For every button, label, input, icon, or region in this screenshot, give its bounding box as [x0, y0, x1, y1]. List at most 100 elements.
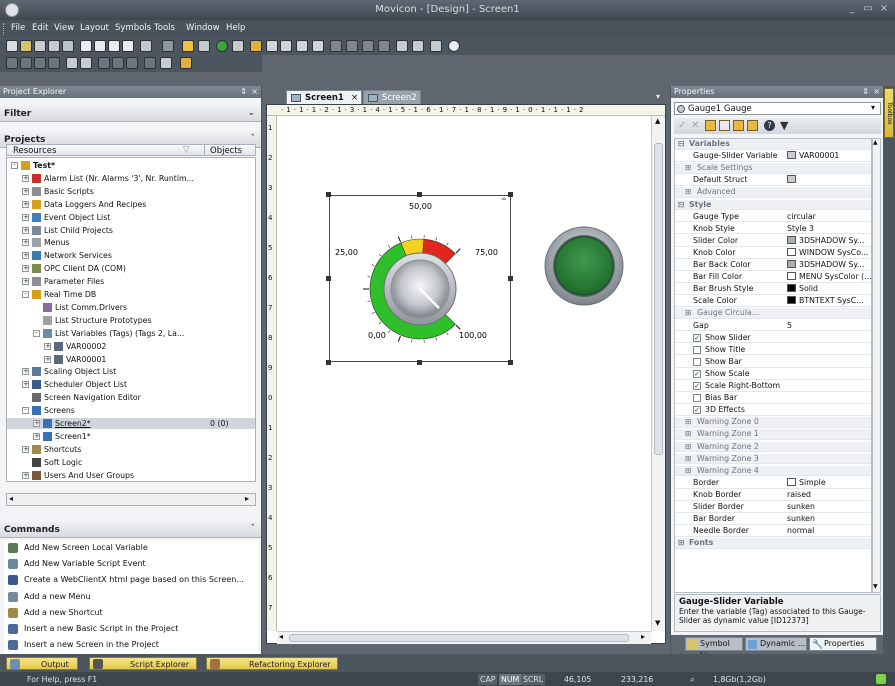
property-value-cell[interactable]: Style 3 — [787, 224, 871, 235]
debug-icon[interactable] — [266, 40, 278, 52]
property-value-cell[interactable]: raised — [787, 490, 871, 501]
expand-icon[interactable]: ⊞ — [685, 454, 692, 465]
expand-icon[interactable]: + — [44, 342, 51, 350]
scroll-up-icon[interactable]: ▲ — [873, 139, 878, 146]
tab-refactoring-explorer[interactable]: Refactoring Explorer — [206, 657, 338, 670]
categorized-icon[interactable] — [705, 120, 716, 131]
property-row[interactable]: Show Bar — [675, 357, 871, 368]
zoom-icon[interactable] — [412, 40, 424, 52]
tree-item[interactable]: + OPC Client DA (COM) — [7, 263, 255, 274]
property-row[interactable]: ✓ Scale Right-Bottom — [675, 381, 871, 392]
object-selector[interactable]: Gauge1 Gauge ▾ — [674, 102, 881, 115]
run-icon[interactable] — [216, 40, 228, 52]
pointer-icon[interactable] — [396, 40, 408, 52]
expand-icon[interactable]: + — [22, 445, 29, 453]
group-icon[interactable] — [346, 40, 358, 52]
tree-item[interactable]: + Screen1* — [7, 431, 255, 442]
tab-output[interactable]: Output — [6, 657, 78, 670]
collapse-icon[interactable]: - — [22, 407, 29, 415]
collapse-icon[interactable]: ⊟ — [678, 200, 685, 211]
property-row[interactable]: ⊞ Advanced — [675, 187, 871, 199]
tree-item[interactable]: + Users And User Groups — [7, 470, 255, 481]
expand-icon[interactable]: + — [22, 226, 29, 234]
print-preview-icon[interactable] — [430, 40, 442, 52]
tab-script-explorer[interactable]: Script Explorer — [89, 657, 197, 670]
open-icon[interactable] — [20, 40, 32, 52]
filter-section[interactable]: Filter ⌄ — [0, 106, 261, 122]
property-row[interactable]: ⊞ Warning Zone 1 — [675, 429, 871, 441]
tags-icon[interactable] — [296, 40, 308, 52]
menu-symbols[interactable]: Symbols — [115, 23, 151, 33]
property-value-cell[interactable]: sunken — [787, 502, 871, 513]
new-icon[interactable] — [6, 40, 18, 52]
tree-item[interactable]: + Menus — [7, 237, 255, 248]
command-item[interactable]: Insert a new Basic Script in the Project — [4, 621, 257, 637]
tree-item[interactable]: + VAR00001 — [7, 354, 255, 365]
property-row[interactable]: Knob Style Style 3 — [675, 224, 871, 235]
grid-icon[interactable] — [126, 57, 138, 69]
property-checkbox[interactable] — [693, 357, 701, 366]
filter-icon[interactable]: ▽ — [183, 145, 190, 155]
expand-icon[interactable]: ⊞ — [685, 466, 692, 477]
tree-item[interactable]: + Shortcuts — [7, 444, 255, 455]
expand-icon[interactable]: + — [22, 200, 29, 208]
circular-gauge[interactable]: 0,00 25,00 50,00 75,00 100,00 — [329, 195, 511, 362]
apply-icon[interactable]: ✓ — [678, 120, 686, 131]
property-row[interactable]: Bar Border sunken — [675, 514, 871, 525]
watch-icon[interactable] — [280, 40, 292, 52]
expand-icon[interactable]: + — [22, 239, 29, 247]
scroll-left-icon[interactable]: ◂ — [279, 632, 283, 641]
tab-properties[interactable]: 🔧 Properties — [809, 637, 877, 651]
property-row[interactable]: ⊞ Scale Settings — [675, 163, 871, 174]
space-down-icon[interactable] — [112, 57, 124, 69]
tree-item[interactable]: + Event Object List — [7, 212, 255, 223]
tab-screen2[interactable]: Screen2 — [363, 90, 421, 104]
screen-canvas[interactable]: ∞ 0,00 25,00 50,00 75,00 100,00 — [277, 116, 651, 631]
commands-section[interactable]: Commands ˆ — [0, 522, 261, 538]
property-row[interactable]: Default Struct — [675, 175, 871, 187]
scroll-left-icon[interactable]: ◂ — [9, 494, 13, 503]
property-row[interactable]: Bias Bar — [675, 393, 871, 404]
chevron-down-icon[interactable]: ▾ — [871, 103, 875, 112]
scroll-down-icon[interactable]: ▼ — [655, 619, 660, 627]
expand-icon[interactable]: ⊞ — [685, 417, 692, 428]
collapse-icon[interactable]: - — [11, 162, 18, 169]
property-row[interactable]: ⊞ Warning Zone 0 — [675, 417, 871, 429]
property-row[interactable]: Gap 5 — [675, 321, 871, 332]
expand-icon[interactable] — [733, 120, 744, 131]
tree-item[interactable]: + Alarm List (Nr. Alarms '3', Nr. Runtim.… — [7, 173, 255, 184]
expand-icon[interactable]: ⊞ — [685, 429, 692, 440]
property-row[interactable]: Gauge-Slider Variable VAR00001 — [675, 151, 871, 162]
expand-icon[interactable]: ⊞ — [685, 163, 692, 174]
tree-item[interactable]: + Scaling Object List — [7, 366, 255, 377]
property-value-cell[interactable]: normal — [787, 526, 871, 537]
column-objects[interactable]: Objects — [210, 146, 242, 156]
scroll-thumb[interactable] — [654, 143, 663, 455]
property-checkbox[interactable]: ✓ — [693, 333, 701, 342]
align-icon[interactable] — [330, 40, 342, 52]
tree-item[interactable]: List Comm.Drivers — [7, 302, 255, 313]
property-value-cell[interactable]: BTNTEXT SysC... — [787, 296, 871, 307]
menu-tools[interactable]: Tools — [154, 23, 175, 33]
close-panel-icon[interactable]: × — [251, 86, 258, 98]
collapse-icon[interactable]: - — [33, 329, 40, 337]
save-icon[interactable] — [34, 40, 46, 52]
property-row[interactable]: Bar Fill Color MENU SysColor (... — [675, 272, 871, 283]
redo-icon[interactable] — [162, 40, 174, 52]
property-row[interactable]: Knob Border raised — [675, 490, 871, 501]
tree-item[interactable]: - Test* — [7, 160, 255, 171]
property-row[interactable]: ✓ Show Scale — [675, 369, 871, 380]
property-row[interactable]: Bar Brush Style Solid — [675, 284, 871, 295]
menu-file[interactable]: File — [11, 23, 25, 33]
property-checkbox[interactable]: ✓ — [693, 382, 701, 390]
property-value-cell[interactable]: Solid — [787, 284, 871, 295]
order-icon[interactable] — [378, 40, 390, 52]
property-checkbox[interactable]: ✓ — [693, 369, 701, 378]
collapse-icon[interactable]: - — [22, 291, 29, 298]
tab-dynamic[interactable]: Dynamic ... — [745, 637, 807, 651]
menu-window[interactable]: Window — [186, 23, 220, 33]
tree-item[interactable]: + VAR00002 — [7, 341, 255, 352]
property-row[interactable]: ⊞ Warning Zone 4 — [675, 465, 871, 477]
chevron-down-icon[interactable]: ⌄ — [247, 108, 255, 118]
property-row[interactable]: ⊟ Style — [675, 199, 871, 211]
